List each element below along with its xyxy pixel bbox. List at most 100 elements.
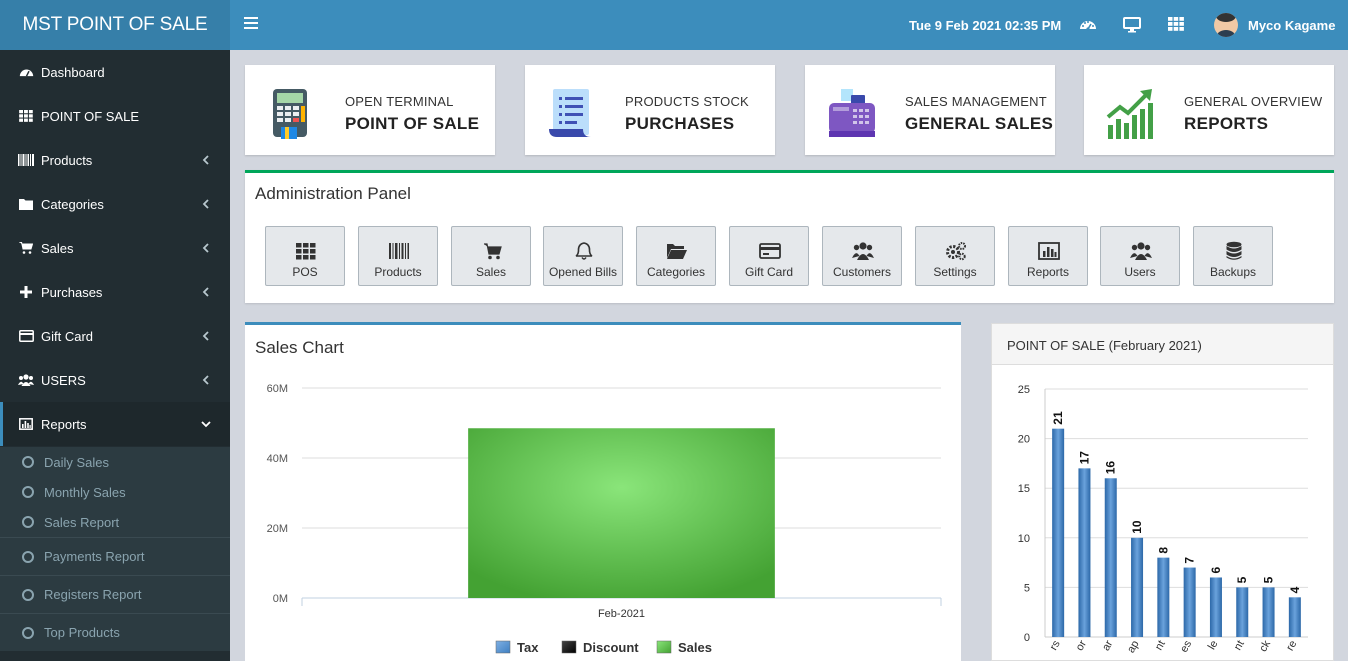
submenu-item-registers-report[interactable]: Registers Report [0, 575, 230, 613]
circle-icon [22, 550, 34, 563]
credit-card-icon [759, 243, 781, 259]
circle-icon [22, 486, 34, 498]
card-subtitle: PRODUCTS STOCK [625, 94, 749, 109]
bar[interactable] [1288, 597, 1301, 637]
submenu-item-monthly-sales[interactable]: Monthly Sales [0, 477, 230, 507]
bar[interactable] [1262, 587, 1275, 637]
bar[interactable] [1052, 428, 1065, 637]
admin-button-label: Categories [646, 265, 706, 279]
admin-button-label: Reports [1026, 265, 1070, 279]
admin-button-reports[interactable]: Reports [1008, 226, 1088, 286]
sales-chart-panel: Sales Chart 0M 20M 40M 60M Feb-2021 Tax Disco… [245, 322, 961, 661]
dashboard-icon[interactable] [1079, 17, 1097, 33]
bar-chart-icon [18, 417, 34, 431]
submenu-item-sales-report[interactable]: Sales Report [0, 507, 230, 537]
x-tick-label: nt [1232, 639, 1247, 653]
admin-button-products[interactable]: Products [358, 226, 438, 286]
admin-button-backups[interactable]: Backups [1193, 226, 1273, 286]
legend-label[interactable]: Tax [517, 640, 539, 655]
barcode-icon [389, 243, 409, 259]
y-tick-label: 0M [273, 593, 288, 605]
admin-button-users[interactable]: Users [1100, 226, 1180, 286]
y-tick-label: 40M [267, 453, 288, 465]
submenu-item-daily-sales[interactable]: Daily Sales [0, 447, 230, 477]
data-label: 8 [1156, 547, 1170, 554]
chevron-left-icon [202, 375, 209, 385]
admin-button-label: POS [292, 265, 318, 279]
sidebar-item-reports[interactable]: Reports [0, 402, 230, 446]
desktop-icon[interactable] [1123, 17, 1141, 33]
y-tick-label: 25 [1018, 384, 1030, 396]
cart-icon [484, 243, 502, 260]
y-tick-label: 0 [1024, 632, 1030, 644]
admin-button-pos[interactable]: POS [265, 226, 345, 286]
card-reports[interactable]: GENERAL OVERVIEW REPORTS [1084, 65, 1334, 155]
chevron-left-icon [202, 287, 209, 297]
pos-chart: 0 5 10 15 20 25 21 rs 17 or 16 ar 10 ap 8 nt 7 es 6 le 5 nt 5… [1018, 384, 1308, 655]
bar-sales[interactable] [468, 428, 775, 598]
sidebar-item-label: Dashboard [41, 64, 105, 80]
card-subtitle: SALES MANAGEMENT [905, 94, 1047, 109]
dashboard-icon [18, 65, 34, 79]
card-subtitle: OPEN TERMINAL [345, 94, 454, 109]
user-name[interactable]: Myco Kagame [1248, 18, 1335, 33]
card-purchases[interactable]: PRODUCTS STOCK PURCHASES [525, 65, 775, 155]
x-tick-label: le [1206, 639, 1221, 652]
legend-swatch [495, 640, 511, 654]
sidebar-item-dashboard[interactable]: Dashboard [0, 50, 230, 94]
sidebar-item-categories[interactable]: Categories [0, 182, 230, 226]
sidebar-item-sales[interactable]: Sales [0, 226, 230, 270]
bar[interactable] [1157, 557, 1170, 637]
card-general-sales[interactable]: SALES MANAGEMENT GENERAL SALES [805, 65, 1055, 155]
y-tick-label: 20M [267, 523, 288, 535]
th-icon[interactable] [1168, 17, 1186, 33]
data-label: 6 [1209, 566, 1223, 573]
data-label: 5 [1262, 576, 1276, 583]
admin-button-opened-bills[interactable]: Opened Bills [543, 226, 623, 286]
avatar[interactable] [1214, 13, 1238, 37]
admin-button-label: Settings [933, 265, 977, 279]
admin-button-label: Gift Card [744, 265, 793, 279]
data-label: 10 [1130, 520, 1144, 534]
admin-button-sales[interactable]: Sales [451, 226, 531, 286]
app-logo[interactable]: MST POINT OF SALE [0, 0, 230, 50]
legend-swatch [561, 640, 577, 654]
bar[interactable] [1131, 537, 1144, 637]
admin-button-settings[interactable]: Settings [915, 226, 995, 286]
legend-label[interactable]: Discount [583, 640, 639, 655]
submenu-item-top-products[interactable]: Top Products [0, 613, 230, 651]
sidebar-item-point-of-sale[interactable]: POINT OF SALE [0, 94, 230, 138]
app-title: MST POINT OF SALE [22, 14, 208, 35]
bar[interactable] [1078, 468, 1091, 637]
admin-button-categories[interactable]: Categories [636, 226, 716, 286]
sidebar-item-label: USERS [41, 372, 86, 388]
bar[interactable] [1183, 567, 1196, 637]
circle-icon [22, 626, 34, 639]
sidebar-toggle-icon[interactable] [244, 17, 258, 31]
admin-button-label: Backups [1209, 265, 1257, 279]
card-point-of-sale[interactable]: OPEN TERMINAL POINT OF SALE [245, 65, 495, 155]
barcode-icon [18, 153, 34, 167]
admin-button-customers[interactable]: Customers [822, 226, 902, 286]
y-tick-label: 60M [267, 383, 288, 395]
sidebar-item-purchases[interactable]: Purchases [0, 270, 230, 314]
x-tick-label: rs [1048, 638, 1063, 652]
bar[interactable] [1236, 587, 1249, 637]
x-tick-label: or [1074, 638, 1089, 653]
legend-label[interactable]: Sales [678, 640, 712, 655]
sidebar-item-label: Products [41, 152, 93, 168]
x-tick-label: Feb-2021 [598, 608, 645, 620]
admin-button-gift-card[interactable]: Gift Card [729, 226, 809, 286]
submenu-item-payments-report[interactable]: Payments Report [0, 537, 230, 575]
submenu-item-label: Monthly Sales [44, 484, 126, 500]
sales-chart: 0M 20M 40M 60M Feb-2021 Tax Discount Sales [267, 383, 942, 655]
current-datetime: Tue 9 Feb 2021 02:35 PM [909, 18, 1062, 33]
bar[interactable] [1209, 577, 1222, 637]
sidebar-item-gift-card[interactable]: Gift Card [0, 314, 230, 358]
pos-chart-panel: POINT OF SALE (February 2021) 0 5 10 15 20 25… [991, 323, 1334, 661]
card-title: PURCHASES [625, 114, 735, 133]
sidebar-item-users[interactable]: USERS [0, 358, 230, 402]
bar[interactable] [1104, 478, 1117, 637]
sidebar-item-products[interactable]: Products [0, 138, 230, 182]
users-icon [18, 373, 34, 387]
